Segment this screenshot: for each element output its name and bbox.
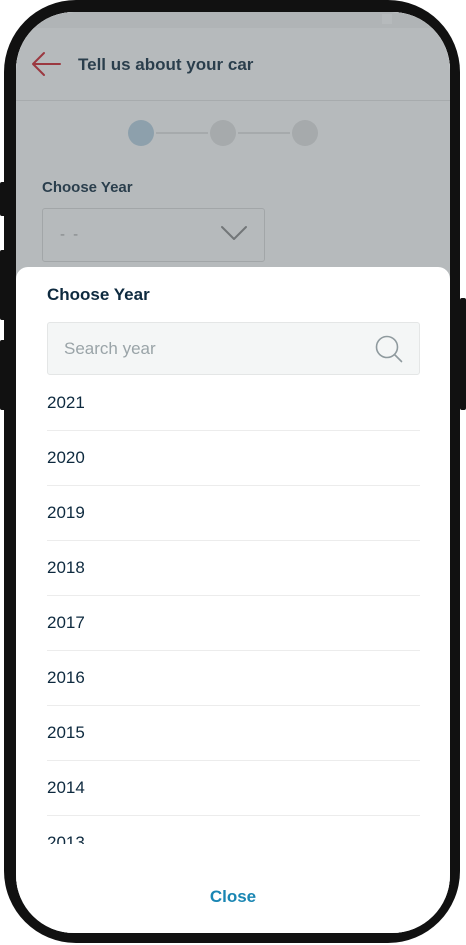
year-option[interactable]: 2020 [47,431,420,486]
phone-side-button [0,182,6,216]
year-option[interactable]: 2019 [47,486,420,541]
year-option[interactable]: 2017 [47,596,420,651]
year-option[interactable]: 2014 [47,761,420,816]
close-button[interactable]: Close [16,887,450,907]
search-input[interactable] [64,323,364,374]
year-option[interactable]: 2015 [47,706,420,761]
year-option[interactable]: 2016 [47,651,420,706]
year-picker-sheet: Choose Year 2021 2020 2019 2018 2017 201… [16,267,450,933]
search-box [47,322,420,375]
sheet-title: Choose Year [47,285,150,304]
year-list: 2021 2020 2019 2018 2017 2016 2015 2014 … [47,376,420,844]
search-icon[interactable] [375,335,403,363]
phone-side-button [0,250,6,320]
year-option[interactable]: 2013 [47,816,420,844]
phone-side-button [0,340,6,410]
phone-screen: Tell us about your car Choose Year - - C… [16,12,450,933]
phone-power-button [460,298,466,410]
year-option[interactable]: 2018 [47,541,420,596]
year-option[interactable]: 2021 [47,376,420,431]
